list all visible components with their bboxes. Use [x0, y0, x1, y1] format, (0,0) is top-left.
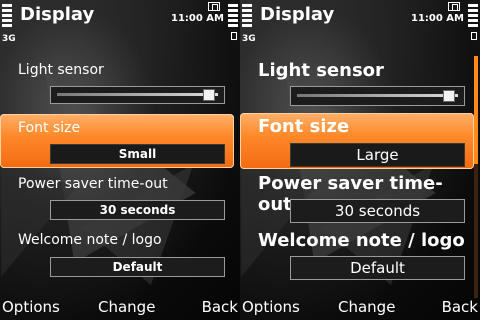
softkey-bar: Options Change Back — [0, 294, 240, 320]
slider-track — [57, 93, 218, 96]
change-softkey[interactable]: Change — [98, 298, 155, 316]
setting-font-size[interactable]: Font size Small — [0, 114, 234, 168]
message-icon — [448, 2, 460, 11]
setting-label: Welcome note / logo — [18, 232, 162, 248]
setting-value: 30 seconds — [290, 199, 465, 223]
setting-light-sensor[interactable]: Light sensor — [240, 58, 474, 110]
setting-power-saver-timeout[interactable]: Power saver time-out 30 seconds — [0, 172, 234, 224]
scrollbar-thumb[interactable] — [474, 56, 478, 164]
battery-level-icon — [468, 4, 478, 32]
display-settings-screen-small: 3G Display 11:00 AM Light sensor Font si… — [0, 0, 240, 320]
clock: 11:00 AM — [410, 13, 464, 24]
setting-value: Large — [290, 143, 465, 167]
clock: 11:00 AM — [170, 13, 224, 24]
signal-strength-icon — [2, 4, 12, 32]
slider-track — [297, 94, 458, 97]
setting-label: Welcome note / logo — [258, 230, 465, 251]
softkey-bar: Options Change Back — [240, 294, 480, 320]
setting-power-saver-timeout[interactable]: Power saver time-out 30 seconds — [240, 172, 474, 226]
light-sensor-slider[interactable] — [50, 86, 225, 104]
setting-label: Font size — [258, 116, 350, 137]
setting-font-size[interactable]: Font size Large — [240, 113, 474, 169]
battery-icon — [471, 32, 477, 40]
setting-value: Small — [50, 144, 225, 164]
setting-welcome-note-logo[interactable]: Welcome note / logo Default — [0, 230, 234, 282]
display-settings-comparison: 3G Display 11:00 AM Light sensor Font si… — [0, 0, 480, 320]
change-softkey[interactable]: Change — [338, 298, 395, 316]
setting-value: Default — [290, 256, 465, 280]
slider-thumb[interactable] — [443, 90, 455, 102]
display-settings-screen-large: 3G Display 11:00 AM Light sensor Font si… — [240, 0, 480, 320]
setting-label: Font size — [18, 120, 81, 136]
options-softkey[interactable]: Options — [2, 298, 60, 316]
back-softkey[interactable]: Back — [442, 298, 478, 316]
network-type-label: 3G — [242, 34, 256, 44]
page-title: Display — [20, 4, 95, 25]
message-icon — [208, 2, 220, 11]
options-softkey[interactable]: Options — [242, 298, 300, 316]
slider-thumb[interactable] — [203, 89, 215, 101]
signal-strength-icon — [242, 4, 252, 32]
setting-value: 30 seconds — [50, 200, 225, 220]
status-header: 3G Display 11:00 AM — [240, 0, 480, 48]
page-title: Display — [260, 4, 335, 25]
setting-value: Default — [50, 257, 225, 277]
scrollbar[interactable] — [474, 56, 478, 298]
setting-label: Power saver time-out — [18, 176, 168, 192]
network-type-label: 3G — [2, 34, 16, 44]
setting-label: Light sensor — [258, 60, 384, 81]
back-softkey[interactable]: Back — [202, 298, 238, 316]
setting-label: Light sensor — [18, 62, 104, 78]
light-sensor-slider[interactable] — [290, 86, 465, 106]
battery-level-icon — [228, 4, 238, 32]
setting-light-sensor[interactable]: Light sensor — [0, 58, 234, 110]
status-header: 3G Display 11:00 AM — [0, 0, 240, 48]
battery-icon — [231, 32, 237, 40]
setting-welcome-note-logo[interactable]: Welcome note / logo Default — [240, 229, 474, 283]
